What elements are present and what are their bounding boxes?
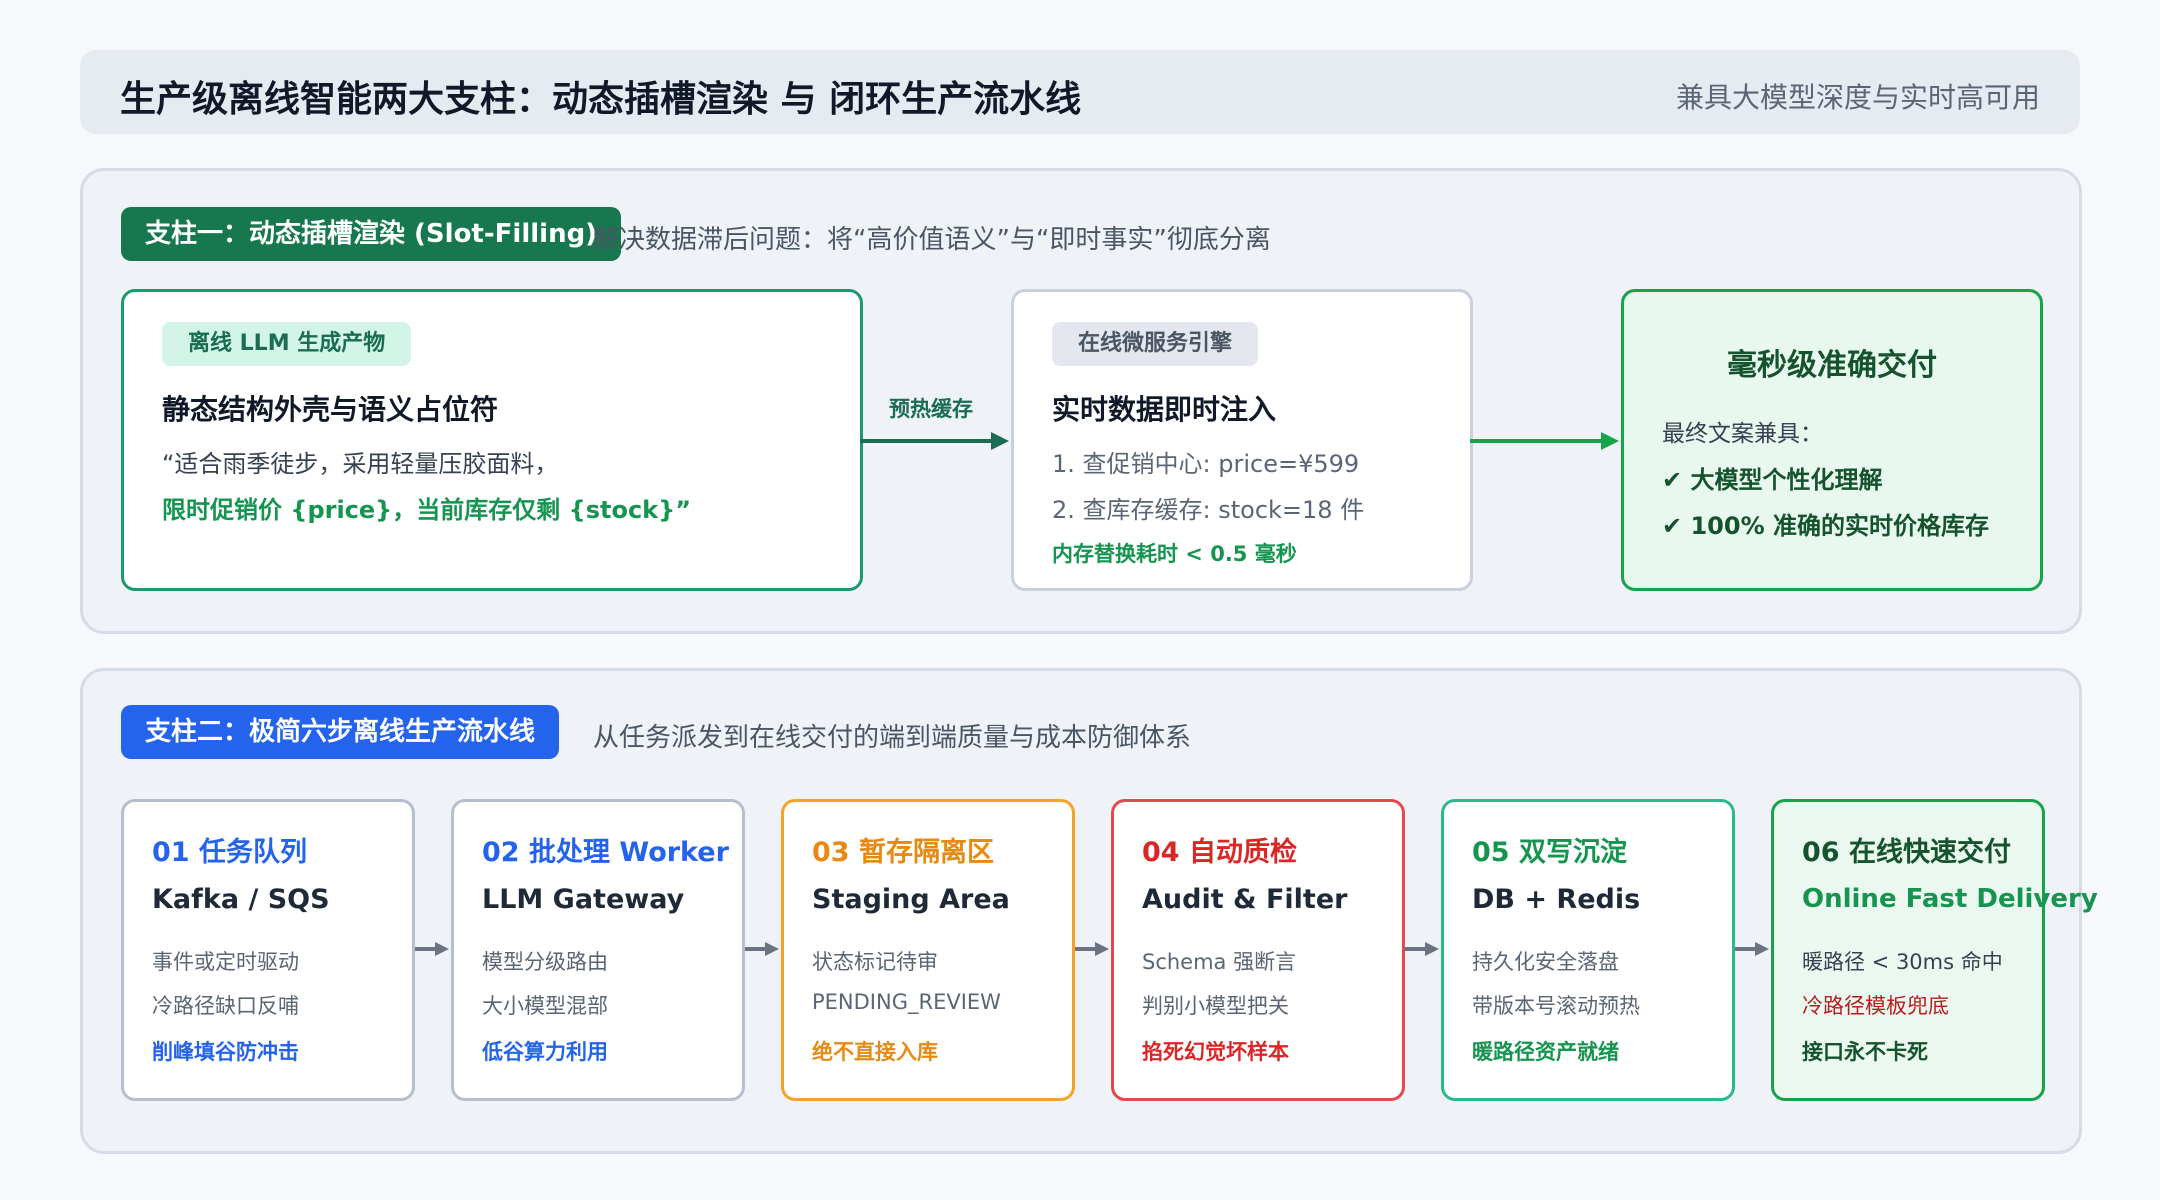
- pillar2-panel: 支柱二：极简六步离线生产流水线 从任务派发到在线交付的端到端质量与成本防御体系 …: [80, 668, 2098, 1154]
- page-title: 生产级离线智能两大支柱：动态插槽渲染 与 闭环生产流水线: [120, 79, 1082, 120]
- canvas: 生产级离线智能两大支柱：动态插槽渲染 与 闭环生产流水线 兼具大模型深度与实时高…: [0, 0, 2160, 1200]
- arrow-step2-to-step3: [745, 942, 779, 956]
- pillar1-arrows: [860, 432, 1619, 450]
- arrow-step3-to-step4: [1075, 942, 1109, 956]
- arrow-step1-to-step2: [415, 942, 449, 956]
- pillar1-panel: 支柱一：动态插槽渲染 (Slot-Filling) 解决数据滞后问题：将“高价值…: [80, 168, 2082, 634]
- pipeline-arrows: [415, 942, 1769, 956]
- arrow-service-to-final: [1470, 432, 1619, 450]
- arrow-llm-to-service: [860, 432, 1009, 450]
- arrow-step5-to-step6: [1735, 942, 1769, 956]
- arrow-step4-to-step5: [1405, 942, 1439, 956]
- page-subtitle: 兼具大模型深度与实时高可用: [1675, 81, 2040, 114]
- header-bar: 生产级离线智能两大支柱：动态插槽渲染 与 闭环生产流水线 兼具大模型深度与实时高…: [80, 50, 2080, 134]
